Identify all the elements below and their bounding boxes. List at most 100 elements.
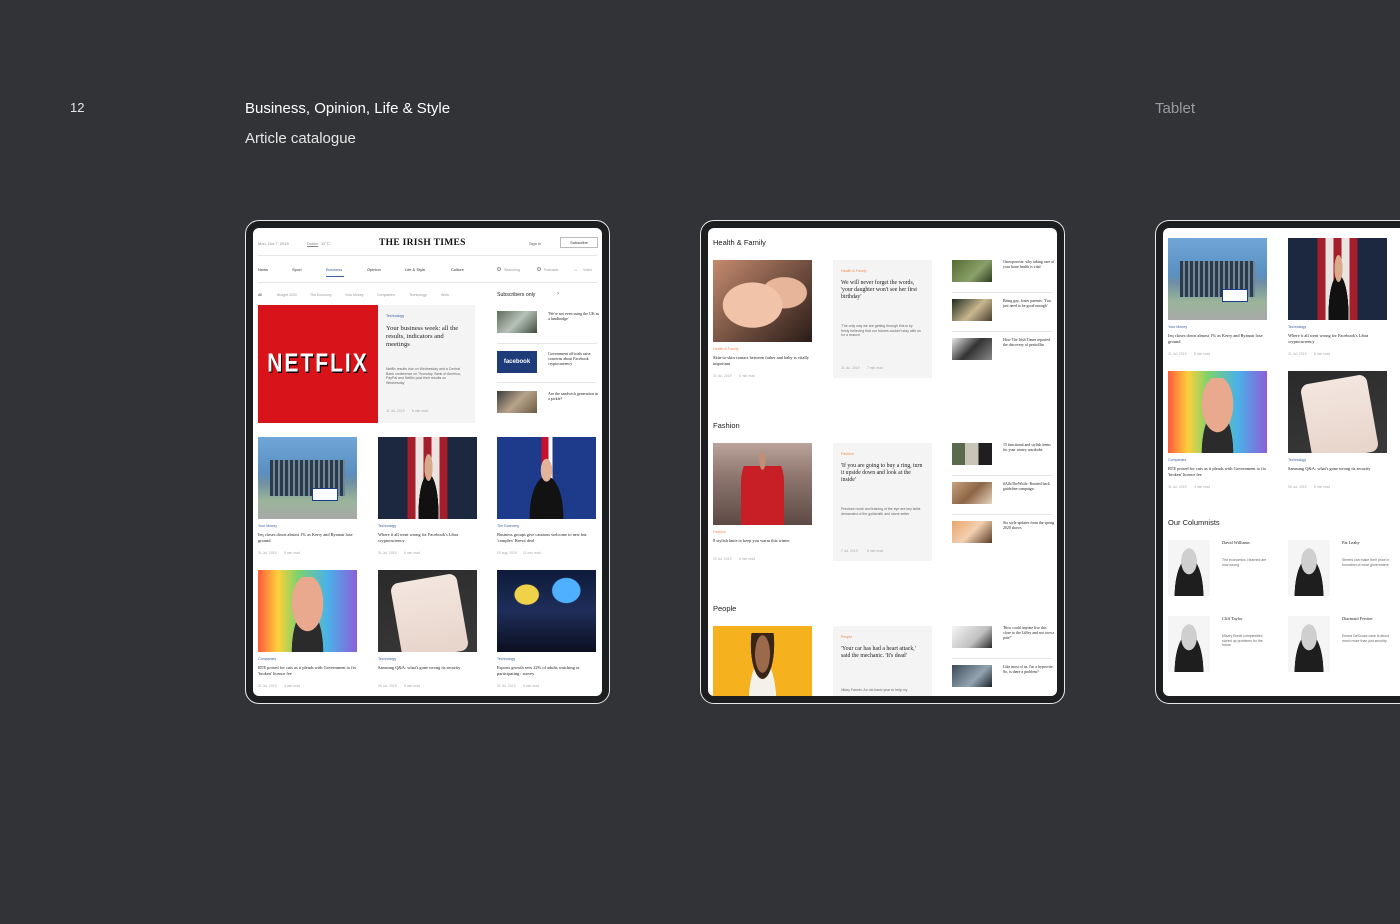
article-image[interactable] [1288, 238, 1387, 320]
signin-link[interactable]: Sign in [529, 241, 541, 246]
side-item[interactable]: Osteoporosis: why taking care of your bo… [1003, 260, 1055, 270]
subnav-economy[interactable]: The Economy [310, 293, 332, 297]
columnist-avatar[interactable] [1168, 616, 1210, 672]
nav-culture[interactable]: Culture [451, 267, 464, 272]
nav-sport[interactable]: Sport [292, 267, 302, 272]
chevron-right-icon[interactable]: › [557, 291, 559, 297]
article-image[interactable] [258, 437, 357, 519]
nav-active-indicator [326, 276, 344, 277]
subnav-technology[interactable]: Technology [409, 293, 427, 297]
article-image[interactable] [1288, 371, 1387, 453]
subscriber-item[interactable]: Are the sandwich generation in a pickle? [548, 391, 600, 401]
columnist-avatar[interactable] [1168, 540, 1210, 596]
article-image[interactable] [713, 443, 812, 525]
columnist-name[interactable]: David Williams [1222, 540, 1250, 546]
article-image[interactable] [497, 570, 596, 652]
article-image[interactable] [1168, 238, 1267, 320]
quote-card[interactable]: Health & Family We will never forget the… [833, 260, 932, 378]
quote-headline[interactable]: We will never forget the words, 'your da… [841, 280, 923, 301]
article-image[interactable] [1168, 371, 1267, 453]
article-image[interactable] [378, 570, 477, 652]
side-item[interactable]: Six style updates from the spring 2020 s… [1003, 521, 1055, 531]
article-headline[interactable]: 8 stylish knits to keep you warm this wi… [713, 538, 801, 544]
quote-headline[interactable]: 'If you are going to buy a ring, turn it… [841, 463, 923, 484]
nav-business[interactable]: Business [326, 267, 342, 272]
article-read-time: 6 min read [404, 551, 421, 555]
article-date: 02 Jul, 2019 [497, 684, 516, 688]
nav-news[interactable]: News [258, 267, 268, 272]
article-category: Technology [378, 524, 397, 528]
article-headline[interactable]: Esports growth sees 22% of adults watchi… [497, 665, 599, 676]
search-icon[interactable] [497, 267, 501, 271]
columnist-avatar[interactable] [1288, 540, 1330, 596]
masthead[interactable]: THE IRISH TIMES [379, 238, 466, 248]
subnav-companies[interactable]: Companies [377, 293, 395, 297]
side-thumb[interactable] [952, 626, 992, 648]
side-thumb[interactable] [952, 260, 992, 282]
featured-image[interactable]: NETFLIX [258, 305, 378, 423]
article-image[interactable] [258, 570, 357, 652]
section-title-people[interactable]: People [713, 604, 736, 613]
section-title-health[interactable]: Health & Family [713, 238, 766, 247]
nav-opinion[interactable]: Opinion [367, 267, 381, 272]
subnav-your-money[interactable]: Your Money [345, 293, 364, 297]
side-thumb[interactable] [952, 443, 992, 465]
article-headline[interactable]: Samsung Q&A: what's gone wrong its secur… [378, 665, 478, 671]
side-thumb[interactable] [952, 665, 992, 687]
side-item[interactable]: 'How could anyone live this close to the… [1003, 626, 1055, 641]
article-image[interactable] [497, 437, 596, 519]
article-category: Technology [378, 657, 397, 661]
article-headline[interactable]: Ieq closes down almost 1% as Kerry and R… [1168, 333, 1268, 344]
tablet-frame-life-style: Health & Family Health & Family Skin-to-… [700, 220, 1065, 704]
subnav-budget[interactable]: Budget 2020 [277, 293, 297, 297]
subscribers-only-title[interactable]: Subscribers only [497, 292, 535, 298]
nav-life-style[interactable]: Life & Style [405, 267, 425, 272]
weather-location[interactable]: Dublin [307, 241, 318, 246]
columnist-name[interactable]: Cliff Taylor [1222, 616, 1243, 622]
subscriber-item[interactable]: Government officials raise concerns abou… [548, 351, 600, 366]
subscriber-thumb[interactable] [497, 311, 537, 333]
article-headline[interactable]: RTE poised for cuts as it pleads with Go… [258, 665, 362, 676]
subscriber-thumb[interactable] [497, 391, 537, 413]
nav-tool-podcasts[interactable]: Podcasts [544, 268, 558, 272]
section-title-fashion[interactable]: Fashion [713, 421, 740, 430]
quote-card[interactable]: Fashion 'If you are going to buy a ring,… [833, 443, 932, 561]
side-item[interactable]: How The Irish Times reported the discove… [1003, 338, 1055, 348]
article-headline[interactable]: Where it all went wrong for Facebook's L… [378, 532, 478, 543]
featured-headline[interactable]: Your business week: all the results, ind… [386, 325, 466, 349]
article-headline[interactable]: Samsung Q&A: what's gone wrong its secur… [1288, 466, 1388, 472]
columnists-title[interactable]: Our Columnists [1168, 518, 1220, 527]
article-headline[interactable]: RTE poised for cuts as it pleads with Go… [1168, 466, 1272, 477]
article-headline[interactable]: Skin-to-skin contact between father and … [713, 355, 813, 366]
subscriber-thumb[interactable]: facebook [497, 351, 537, 373]
article-image[interactable] [378, 437, 477, 519]
side-thumb[interactable] [952, 482, 992, 504]
side-item[interactable]: 15 functional and stylish items for your… [1003, 443, 1055, 453]
article-headline[interactable]: Where it all went wrong for Facebook's L… [1288, 333, 1388, 344]
nav-tool-video[interactable]: Video [583, 268, 592, 272]
side-thumb[interactable] [952, 338, 992, 360]
quote-headline[interactable]: 'Your car has had a heart attack,' said … [841, 646, 923, 660]
subnav-all[interactable]: All [258, 293, 262, 297]
article-headline[interactable]: Ieq closes down almost 1% as Kerry and R… [258, 532, 358, 543]
side-item[interactable]: #AlloTheWittle: Rotated back guideline c… [1003, 482, 1055, 492]
side-thumb[interactable] [952, 521, 992, 543]
article-image[interactable] [713, 626, 812, 696]
podcast-icon[interactable] [537, 267, 541, 271]
featured-card[interactable]: Technology Your business week: all the r… [378, 305, 475, 423]
article-headline[interactable]: Business groups give cautious welcome to… [497, 532, 599, 543]
subnav-work[interactable]: Work [441, 293, 449, 297]
subscriber-item[interactable]: 'We're not even using the UK as a landbr… [548, 311, 600, 321]
article-read-time: 6 min read [739, 557, 756, 561]
side-item[interactable]: Like most of us, I'm a hypocrite. So, is… [1003, 665, 1055, 675]
subscribe-button[interactable]: Subscribe [560, 237, 598, 248]
side-thumb[interactable] [952, 299, 992, 321]
columnist-name[interactable]: Diarmaid Ferriter [1342, 616, 1373, 622]
nav-tool-search[interactable]: Searching [504, 268, 520, 272]
quote-card[interactable]: People 'Your car has had a heart attack,… [833, 626, 932, 696]
article-image[interactable] [713, 260, 812, 342]
columnist-name[interactable]: Pat Leahy [1342, 540, 1360, 546]
columnist-avatar[interactable] [1288, 616, 1330, 672]
side-item[interactable]: Being gay, foster parents: 'You just nee… [1003, 299, 1055, 309]
video-icon[interactable]: ▭ [574, 268, 577, 272]
